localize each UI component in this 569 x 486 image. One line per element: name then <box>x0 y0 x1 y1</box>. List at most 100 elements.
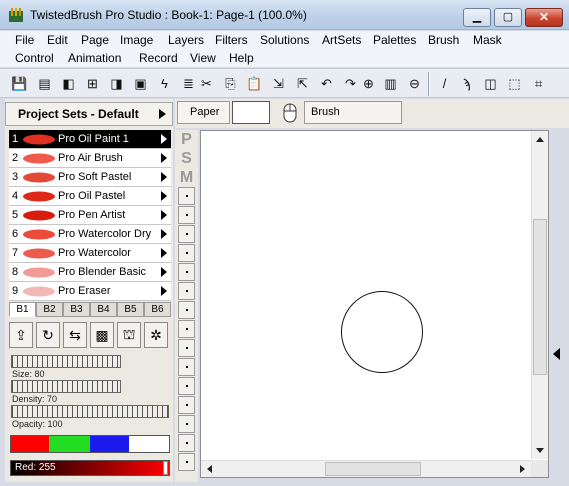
bank-tab-b1[interactable]: B1 <box>9 302 36 317</box>
zoom-in-icon[interactable]: ⊕ <box>358 73 379 94</box>
psm-slot[interactable] <box>178 377 195 395</box>
lock-icon[interactable]: ⛫ <box>117 322 141 348</box>
brush-item[interactable]: 7 Pro Watercolor <box>9 244 171 263</box>
minimize-button[interactable]: ▁ <box>463 8 491 27</box>
paste-layer-icon[interactable]: ⇲ <box>268 73 289 94</box>
menu-animation[interactable]: Animation <box>68 50 121 66</box>
menu-solutions[interactable]: Solutions <box>260 32 309 48</box>
brush-item[interactable]: 6 Pro Watercolor Dry <box>9 225 171 244</box>
paste-new-icon[interactable]: ⇱ <box>292 73 313 94</box>
bank-tab-b4[interactable]: B4 <box>90 302 117 317</box>
brush-item[interactable]: 2 Pro Air Brush <box>9 149 171 168</box>
brush-item[interactable]: 5 Pro Pen Artist <box>9 206 171 225</box>
psm-s-button[interactable]: S <box>177 149 196 168</box>
menu-control[interactable]: Control <box>15 50 54 66</box>
page-prev-icon[interactable]: ◧ <box>58 73 79 94</box>
psm-slot[interactable] <box>178 187 195 205</box>
psm-slot[interactable] <box>178 396 195 414</box>
psm-slot[interactable] <box>178 339 195 357</box>
bucket-icon[interactable]: ◫ <box>480 73 501 94</box>
scroll-left-icon[interactable] <box>207 465 212 473</box>
horizontal-scrollbar[interactable] <box>201 460 531 477</box>
close-button[interactable]: ✕ <box>525 8 563 27</box>
color-swatch[interactable] <box>11 436 49 452</box>
size-slider[interactable] <box>9 355 171 368</box>
paste-icon[interactable]: 📋 <box>244 73 265 94</box>
bank-tab-b5[interactable]: B5 <box>117 302 144 317</box>
psm-slot[interactable] <box>178 244 195 262</box>
scroll-right-icon[interactable] <box>520 465 525 473</box>
bank-tab-b6[interactable]: B6 <box>144 302 171 317</box>
vertical-scrollbar[interactable] <box>531 131 548 459</box>
psm-slot[interactable] <box>178 415 195 433</box>
chevron-right-icon[interactable] <box>161 153 167 163</box>
menu-brush[interactable]: Brush <box>428 32 459 48</box>
scroll-up-icon[interactable] <box>536 137 544 142</box>
psm-slot[interactable] <box>178 358 195 376</box>
menu-image[interactable]: Image <box>120 32 153 48</box>
page-last-icon[interactable]: ▣ <box>130 73 151 94</box>
brush-item[interactable]: 9 Pro Eraser <box>9 282 171 301</box>
collapse-panel-icon[interactable] <box>553 348 560 360</box>
psm-slot[interactable] <box>178 282 195 300</box>
randomize-icon[interactable]: ⇆ <box>63 322 87 348</box>
opacity-slider[interactable] <box>9 405 171 418</box>
psm-p-button[interactable]: P <box>177 130 196 149</box>
psm-m-button[interactable]: M <box>177 168 196 187</box>
psm-slot[interactable] <box>178 301 195 319</box>
chevron-right-icon[interactable] <box>161 134 167 144</box>
red-slider[interactable]: Red: 255 <box>10 460 170 476</box>
color-swatch[interactable] <box>90 436 129 452</box>
brush-tool-icon[interactable]: / <box>434 73 455 94</box>
menu-mask[interactable]: Mask <box>473 32 502 48</box>
zoom-out-icon[interactable]: ⊖ <box>404 73 425 94</box>
brush-button[interactable]: Brush <box>304 101 402 124</box>
save-icon[interactable]: 💾 <box>9 73 30 94</box>
paper-color-swatch[interactable] <box>232 101 270 124</box>
red-slider-knob[interactable] <box>163 461 168 475</box>
menu-layers[interactable]: Layers <box>168 32 204 48</box>
horizontal-scroll-thumb[interactable] <box>325 462 421 476</box>
chevron-right-icon[interactable] <box>161 286 167 296</box>
stroke-icon[interactable]: ▩ <box>90 322 114 348</box>
refresh-icon[interactable]: ↻ <box>36 322 60 348</box>
menu-palettes[interactable]: Palettes <box>373 32 416 48</box>
project-sets-selector[interactable]: Project Sets - Default <box>5 102 173 126</box>
eyedropper-icon[interactable]: ϡ <box>456 73 477 94</box>
psm-slot[interactable] <box>178 453 195 471</box>
psm-slot[interactable] <box>178 263 195 281</box>
export-icon[interactable]: ⇪ <box>9 322 33 348</box>
menu-record[interactable]: Record <box>139 50 178 66</box>
page-add-icon[interactable]: ⊞ <box>82 73 103 94</box>
menu-edit[interactable]: Edit <box>47 32 68 48</box>
menu-view[interactable]: View <box>190 50 216 66</box>
psm-slot[interactable] <box>178 434 195 452</box>
psm-slot[interactable] <box>178 320 195 338</box>
menu-file[interactable]: File <box>15 32 34 48</box>
select-icon[interactable]: ⬚ <box>504 73 525 94</box>
scroll-down-icon[interactable] <box>536 448 544 453</box>
chevron-right-icon[interactable] <box>161 191 167 201</box>
book-icon[interactable]: ▤ <box>34 73 55 94</box>
menu-help[interactable]: Help <box>229 50 254 66</box>
density-slider[interactable] <box>9 380 171 393</box>
brush-item[interactable]: 4 Pro Oil Pastel <box>9 187 171 206</box>
vertical-scroll-thumb[interactable] <box>533 219 547 375</box>
copy-icon[interactable]: ⎘ <box>220 73 241 94</box>
chevron-right-icon[interactable] <box>161 210 167 220</box>
paper-button[interactable]: Paper <box>177 101 230 124</box>
chevron-right-icon[interactable] <box>161 248 167 258</box>
chevron-right-icon[interactable] <box>161 267 167 277</box>
crop-icon[interactable]: ⌗ <box>528 73 549 94</box>
psm-slot[interactable] <box>178 206 195 224</box>
actual-size-icon[interactable]: ▥ <box>380 73 401 94</box>
brush-item[interactable]: 8 Pro Blender Basic <box>9 263 171 282</box>
undo-icon[interactable]: ↶ <box>316 73 337 94</box>
menu-artsets[interactable]: ArtSets <box>322 32 361 48</box>
color-swatch[interactable] <box>49 436 90 452</box>
brush-item[interactable]: 1 Pro Oil Paint 1 <box>9 130 171 149</box>
maximize-button[interactable]: ▢ <box>494 8 522 27</box>
bank-tab-b3[interactable]: B3 <box>63 302 90 317</box>
psm-slot[interactable] <box>178 225 195 243</box>
settings-icon[interactable]: ✲ <box>144 322 168 348</box>
